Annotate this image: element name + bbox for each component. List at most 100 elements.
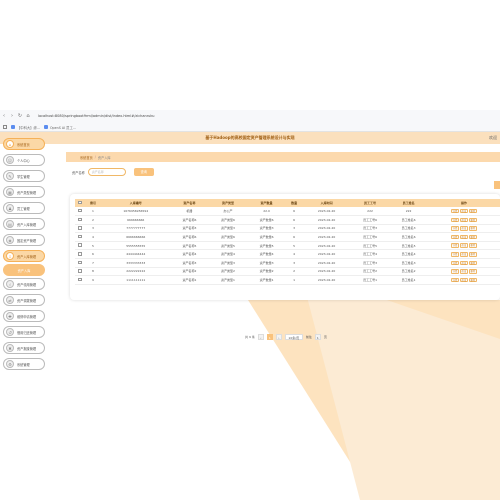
sidebar-item-label: 固定资产管理 <box>17 238 37 243</box>
pager-next-button[interactable]: › <box>275 334 282 340</box>
row-actions-group: 详情 修改 删除 <box>428 234 500 240</box>
row-actions: 详情 修改 删除 <box>427 249 500 260</box>
search-input[interactable]: 资产名称 <box>87 168 126 176</box>
edit-button[interactable]: 修改 <box>459 260 468 266</box>
sidebar-item-label: 学生管理 <box>17 174 30 179</box>
sidebar-item[interactable]: ◈ 固定资产管理 <box>3 234 45 246</box>
row-checkbox[interactable] <box>78 252 82 256</box>
sidebar-item[interactable]: ▤ 资产入库管理 <box>3 218 45 230</box>
table-cell: 1 <box>285 275 303 285</box>
forward-icon[interactable]: › <box>8 113 16 119</box>
delete-button[interactable]: 删除 <box>468 260 477 266</box>
table-cell: 5 <box>285 241 303 251</box>
table-cell: 7 <box>84 258 102 268</box>
row-checkbox[interactable] <box>78 226 82 230</box>
asset-table: 索引 入库编号 资产名称 资产类型 资产数量 数量 入库时间 员工工号 员工姓名 操作 1 1676… <box>75 199 500 285</box>
edit-button[interactable]: 修改 <box>459 243 468 248</box>
sidebar-item[interactable]: ✎ 学生管理 <box>3 170 45 182</box>
sidebar-item[interactable]: ⇄ 资产调拨管理 <box>3 294 45 306</box>
row-checkbox[interactable] <box>78 260 82 265</box>
app-root: ‹ › ↻ ⌂ localhost:8080/springboot9rml/ad… <box>0 0 500 500</box>
pager-prev-button[interactable]: ‹ <box>257 334 264 340</box>
row-actions-group: 详情 修改 删除 <box>428 277 500 283</box>
sidebar-item[interactable]: 资产入库 <box>3 264 45 276</box>
pager-size-select[interactable]: 10条/页 <box>284 334 303 340</box>
table-cell: 资产数量3 <box>247 258 286 268</box>
table-cell: 222 <box>389 207 428 217</box>
delete-button[interactable]: 删除 <box>468 243 477 248</box>
pager-total: 共 9 条 <box>245 335 255 339</box>
row-actions: 详情 修改 删除 <box>427 275 500 285</box>
add-button[interactable] <box>494 181 500 189</box>
scrap-icon: ✖ <box>6 344 14 352</box>
row-checkbox[interactable] <box>78 217 82 222</box>
sidebar-item[interactable]: ⌂ 系统首页 <box>3 138 45 150</box>
sidebar-item[interactable]: ☝ 资产领用管理 <box>3 278 45 290</box>
edit-button[interactable]: 修改 <box>459 226 468 231</box>
transfer-icon: ⇄ <box>6 296 14 304</box>
detail-button[interactable]: 详情 <box>450 234 459 240</box>
table-cell: 1111111111 <box>101 275 171 285</box>
sidebar-item[interactable]: ↺ 借用归还管理 <box>3 326 45 338</box>
table-cell: 员工工号4 <box>350 249 390 260</box>
table-header-cell: 入库编号 <box>101 199 171 207</box>
edit-button[interactable]: 修改 <box>459 277 468 283</box>
row-checkbox[interactable] <box>78 243 82 247</box>
url-field[interactable]: localhost:8080/springboot9rml/admin/dist… <box>38 114 155 118</box>
edit-button[interactable]: 修改 <box>459 217 468 223</box>
detail-button[interactable]: 详情 <box>450 226 459 231</box>
detail-button[interactable]: 详情 <box>450 217 459 223</box>
back-icon[interactable]: ‹ <box>0 113 8 119</box>
delete-button[interactable]: 删除 <box>468 234 477 240</box>
detail-button[interactable]: 详情 <box>450 252 459 257</box>
edit-button[interactable]: 修改 <box>459 252 468 257</box>
row-checkbox[interactable] <box>78 208 82 213</box>
sidebar-item-label: 个人中心 <box>17 158 30 163</box>
bookmark-item[interactable]: OpenS AI 员工... <box>43 125 76 130</box>
row-checkbox[interactable] <box>78 277 82 282</box>
bookmark-item[interactable]: 【中科大】综... <box>11 125 40 130</box>
table-header-cell[interactable] <box>75 199 85 207</box>
sidebar-item[interactable]: ♟ 员工管理 <box>3 202 45 214</box>
row-checkbox[interactable] <box>78 234 82 239</box>
sidebar-item[interactable]: ▦ 资产类型管理 <box>3 186 45 198</box>
delete-button[interactable]: 删除 <box>468 269 477 274</box>
sidebar-item[interactable]: ⇩ 资产入库管理 <box>3 250 45 262</box>
row-checkbox[interactable] <box>78 269 82 273</box>
address-row: ‹ › ↻ ⌂ localhost:8080/springboot9rml/ad… <box>0 110 500 122</box>
delete-button[interactable]: 删除 <box>468 217 477 223</box>
detail-button[interactable]: 详情 <box>450 269 459 274</box>
row-select-cell <box>75 215 85 225</box>
sidebar-item-label: 员工管理 <box>17 206 30 211</box>
sidebar-item[interactable]: ☺ 个人中心 <box>3 154 45 166</box>
apps-icon[interactable] <box>3 125 7 129</box>
table-cell: 6 <box>285 232 303 242</box>
select-all-checkbox[interactable] <box>78 200 82 205</box>
sidebar-item[interactable]: ✚ 维修申请管理 <box>3 310 45 322</box>
delete-button[interactable]: 删除 <box>468 226 477 231</box>
header-user[interactable]: 欢迎 <box>489 135 497 141</box>
reload-icon[interactable]: ↻ <box>16 113 24 119</box>
detail-button[interactable]: 详情 <box>450 208 459 214</box>
row-select-cell <box>75 275 85 285</box>
delete-button[interactable]: 删除 <box>468 277 477 283</box>
edit-button[interactable]: 修改 <box>459 208 468 214</box>
table-cell: 资产名称2 <box>170 267 209 277</box>
edit-button[interactable]: 修改 <box>459 234 468 240</box>
sidebar-item[interactable]: ✖ 资产报废管理 <box>3 342 45 354</box>
sidebar-item[interactable]: ⚙ 系统管理 <box>3 358 45 370</box>
edit-button[interactable]: 修改 <box>459 269 468 274</box>
delete-button[interactable]: 删除 <box>468 208 477 214</box>
table-cell: 资产名称3 <box>170 224 209 234</box>
detail-button[interactable]: 详情 <box>450 260 459 266</box>
table-header-row: 索引 入库编号 资产名称 资产类型 资产数量 数量 入库时间 员工工号 员工姓名 操作 <box>75 199 500 207</box>
detail-button[interactable]: 详情 <box>450 243 459 248</box>
delete-button[interactable]: 删除 <box>468 252 477 257</box>
row-select-cell <box>75 258 85 268</box>
detail-button[interactable]: 详情 <box>450 277 459 283</box>
pager-page-button[interactable]: 1 <box>266 334 273 340</box>
breadcrumb-home[interactable]: 系统首页 <box>80 155 93 160</box>
search-button[interactable]: 查询 <box>133 168 154 176</box>
pager-goto-input[interactable]: 1 <box>314 334 321 340</box>
home-nav-icon[interactable]: ⌂ <box>24 113 32 119</box>
